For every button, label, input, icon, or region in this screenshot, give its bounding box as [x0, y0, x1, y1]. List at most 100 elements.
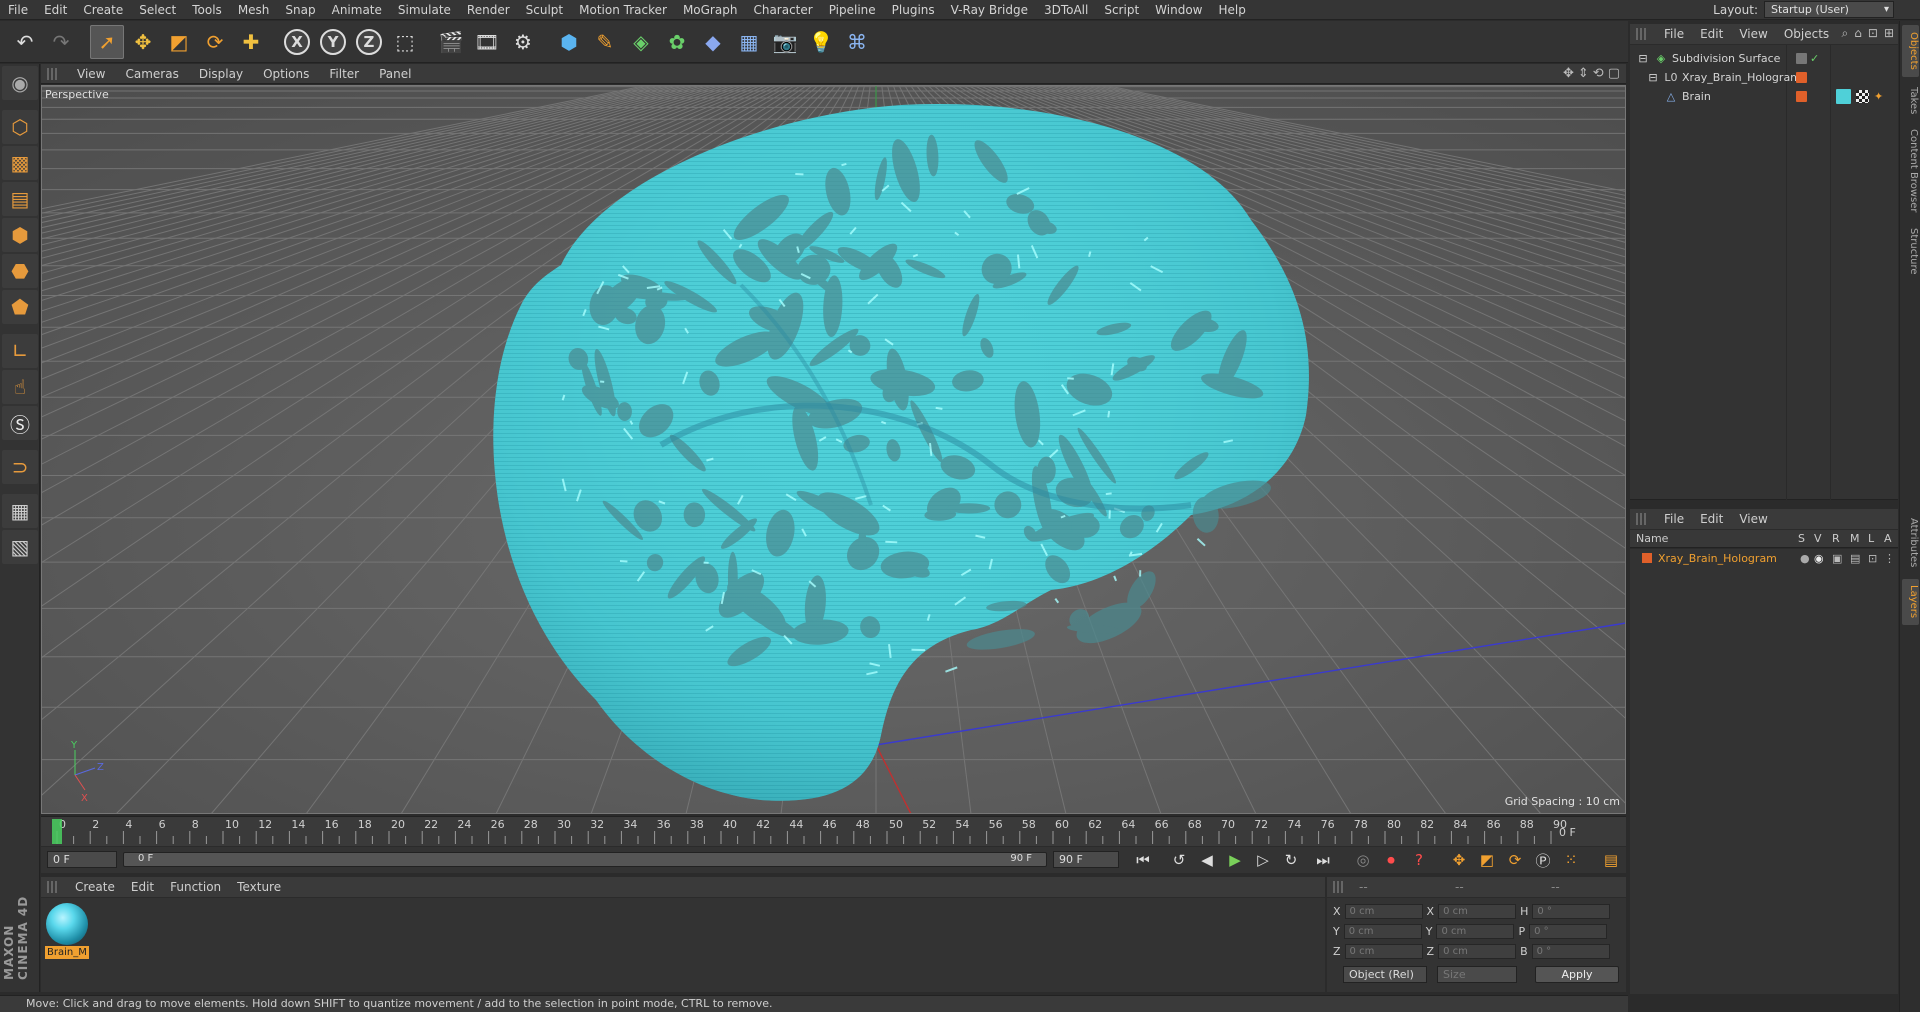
- go-to-start-icon[interactable]: ⏮: [1131, 850, 1155, 870]
- uvw-tag-icon[interactable]: [1856, 89, 1869, 103]
- lock-icon[interactable]: ⊡: [1868, 26, 1878, 41]
- viewport-menu-options[interactable]: Options: [253, 67, 319, 81]
- menu-vray-bridge[interactable]: V-Ray Bridge: [943, 3, 1036, 17]
- play-forward-icon[interactable]: ▶: [1223, 850, 1247, 870]
- collapse-icon[interactable]: ⊟: [1636, 52, 1650, 65]
- menu-help[interactable]: Help: [1210, 3, 1253, 17]
- previous-key-icon[interactable]: ↺: [1167, 850, 1191, 870]
- z-axis-lock-button[interactable]: Z: [352, 25, 386, 59]
- live-selection-icon[interactable]: ➚: [90, 24, 124, 59]
- panel-gripper-icon[interactable]: [1636, 28, 1646, 40]
- light-icon[interactable]: 💡: [804, 25, 838, 59]
- scale-tool-icon[interactable]: ◩: [162, 25, 196, 59]
- menu-pipeline[interactable]: Pipeline: [821, 3, 884, 17]
- tab-layers[interactable]: Layers: [1902, 579, 1919, 625]
- solo-dot-icon[interactable]: ●: [1800, 552, 1810, 565]
- go-to-end-icon[interactable]: ⏭: [1311, 850, 1335, 870]
- x-axis-lock-button[interactable]: X: [280, 25, 314, 59]
- next-frame-icon[interactable]: ▷: [1251, 850, 1275, 870]
- viewport-menu-filter[interactable]: Filter: [319, 67, 369, 81]
- pan-icon[interactable]: ✥: [1563, 66, 1574, 81]
- menu-plugins[interactable]: Plugins: [884, 3, 943, 17]
- floor-icon[interactable]: ▦: [732, 25, 766, 59]
- tab-attributes[interactable]: Attributes: [1902, 511, 1919, 575]
- position-x-field[interactable]: 0 cm: [1344, 904, 1423, 919]
- menu-sculpt[interactable]: Sculpt: [518, 3, 571, 17]
- material-menu-create[interactable]: Create: [67, 880, 123, 894]
- deformer-icon[interactable]: ◆: [696, 25, 730, 59]
- coordinate-mode-select[interactable]: Object (Rel): [1343, 966, 1427, 983]
- viewport-menu-display[interactable]: Display: [189, 67, 253, 81]
- menu-edit[interactable]: Edit: [36, 3, 75, 17]
- position-key-icon[interactable]: ✥: [1447, 850, 1471, 870]
- objects-menu-edit[interactable]: Edit: [1692, 27, 1731, 41]
- snapping-icon[interactable]: Ⓢ: [2, 406, 38, 440]
- viewport-menu-panel[interactable]: Panel: [369, 67, 421, 81]
- orbit-icon[interactable]: ⟲: [1593, 66, 1604, 81]
- material-swatch[interactable]: Brain_M: [45, 902, 89, 959]
- objects-menu-objects[interactable]: Objects: [1776, 27, 1837, 41]
- menu-animate[interactable]: Animate: [324, 3, 390, 17]
- object-row-brain[interactable]: △ Brain ✦: [1630, 87, 1898, 105]
- tab-structure[interactable]: Structure: [1902, 221, 1919, 281]
- render-icon[interactable]: ▣: [1832, 552, 1842, 565]
- texture-mode-icon[interactable]: ▩: [2, 146, 38, 180]
- menu-simulate[interactable]: Simulate: [390, 3, 459, 17]
- menu-render[interactable]: Render: [459, 3, 518, 17]
- next-key-icon[interactable]: ↻: [1279, 850, 1303, 870]
- subdivision-surface-icon[interactable]: ◈: [624, 25, 658, 59]
- new-window-icon[interactable]: ⊞: [1884, 26, 1894, 41]
- undo-icon[interactable]: ↶: [8, 25, 42, 59]
- rotation-b-field[interactable]: 0 °: [1531, 944, 1610, 959]
- lock-icon[interactable]: ⊡: [1868, 552, 1877, 565]
- tab-content-browser[interactable]: Content Browser: [1902, 125, 1919, 217]
- workplane-lock-icon[interactable]: ▦: [2, 494, 38, 528]
- object-row-subdivision-surface[interactable]: ⊟ ◈ Subdivision Surface ✓: [1630, 49, 1898, 67]
- timeline-window-icon[interactable]: ▤: [1599, 850, 1623, 870]
- menu-3dtoall[interactable]: 3DToAll: [1036, 3, 1096, 17]
- mograph-cloner-icon[interactable]: ✿: [660, 25, 694, 59]
- layer-color-swatch[interactable]: [1642, 553, 1652, 563]
- viewport-menu-cameras[interactable]: Cameras: [115, 67, 188, 81]
- render-settings-icon[interactable]: ⚙: [506, 25, 540, 59]
- layers-menu-file[interactable]: File: [1656, 512, 1692, 526]
- apply-button[interactable]: Apply: [1535, 966, 1619, 983]
- y-axis-lock-button[interactable]: Y: [316, 25, 350, 59]
- menu-snap[interactable]: Snap: [277, 3, 323, 17]
- python-icon[interactable]: ⌘: [840, 25, 874, 59]
- material-menu-texture[interactable]: Texture: [229, 880, 289, 894]
- layers-menu-view[interactable]: View: [1731, 512, 1775, 526]
- coordinate-system-icon[interactable]: ⬚: [388, 25, 422, 59]
- maximize-view-icon[interactable]: ▢: [1608, 66, 1620, 81]
- objects-menu-file[interactable]: File: [1656, 27, 1692, 41]
- timeline-ruler[interactable]: 0 2 4 6 8 10 12 14 16 18 20 22 24 26 28 30 32 34 36 38 40 42 4…: [41, 816, 1626, 846]
- position-y-field[interactable]: 0 cm: [1343, 924, 1422, 939]
- magnet-icon[interactable]: ⊃: [2, 450, 38, 484]
- menu-select[interactable]: Select: [131, 3, 184, 17]
- pen-spline-icon[interactable]: ✎: [588, 25, 622, 59]
- manager-icon[interactable]: ▤: [1850, 552, 1860, 565]
- edges-mode-icon[interactable]: ⬣: [2, 254, 38, 288]
- record-active-icon[interactable]: ◎: [1351, 850, 1375, 870]
- render-view-icon[interactable]: 🎬: [434, 25, 468, 59]
- size-y-field[interactable]: 0 cm: [1436, 924, 1515, 939]
- redo-icon[interactable]: ↷: [44, 25, 78, 59]
- point-level-key-icon[interactable]: ⁙: [1559, 850, 1583, 870]
- size-z-field[interactable]: 0 cm: [1438, 944, 1517, 959]
- current-frame-field[interactable]: 0 F: [47, 851, 117, 868]
- keyframe-selection-icon[interactable]: ?: [1407, 850, 1431, 870]
- cube-primitive-icon[interactable]: ⬢: [552, 25, 586, 59]
- preview-range-slider[interactable]: 0 F 90 F: [123, 852, 1047, 867]
- home-icon[interactable]: ⌂: [1854, 26, 1862, 41]
- layout-select[interactable]: Startup (User): [1764, 1, 1894, 18]
- viewport-menu-view[interactable]: View: [67, 67, 115, 81]
- enabled-check-icon[interactable]: ✓: [1810, 52, 1819, 65]
- end-frame-field[interactable]: 90 F: [1053, 851, 1119, 868]
- material-tag-icon[interactable]: [1836, 88, 1851, 104]
- material-menu-function[interactable]: Function: [162, 880, 229, 894]
- make-editable-icon[interactable]: ◉: [2, 66, 38, 100]
- dolly-icon[interactable]: ⇕: [1578, 66, 1589, 81]
- animation-icon[interactable]: ⋮: [1884, 552, 1895, 565]
- axis-mode-icon[interactable]: ∟: [2, 334, 38, 368]
- menu-motion-tracker[interactable]: Motion Tracker: [571, 3, 675, 17]
